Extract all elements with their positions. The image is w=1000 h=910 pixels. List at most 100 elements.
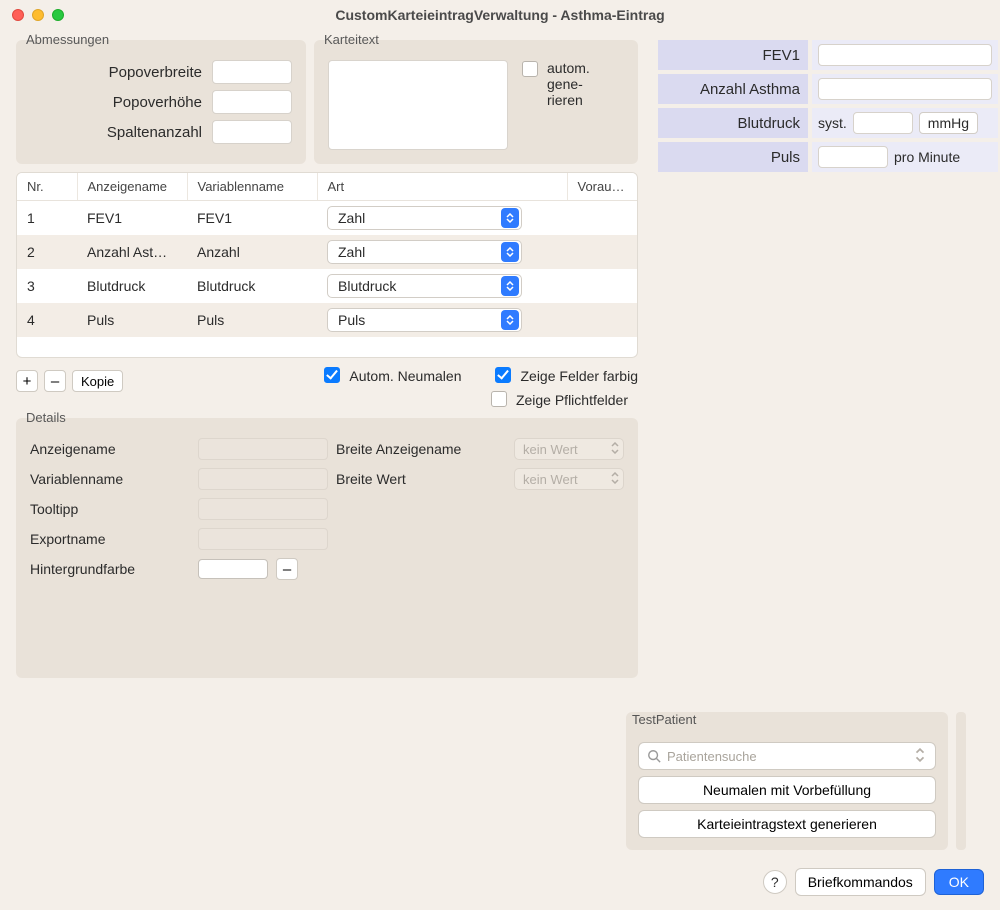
zeige-pflicht-label: Zeige Pflichtfelder — [516, 392, 628, 408]
cell-nr: 2 — [17, 235, 77, 269]
exportname-input[interactable] — [198, 528, 328, 550]
anzeigename-label: Anzeigename — [30, 441, 190, 457]
anzeigename-input[interactable] — [198, 438, 328, 460]
test-patient-legend: TestPatient — [632, 712, 696, 727]
breite-anzeigename-label: Breite Anzeigename — [336, 441, 506, 457]
variablenname-input[interactable] — [198, 468, 328, 490]
autogenerieren-checkbox[interactable] — [522, 61, 538, 77]
autom-neumalen-label: Autom. Neumalen — [349, 368, 461, 384]
popoverhoehe-label: Popoverhöhe — [113, 94, 202, 111]
preview-value: syst. mmHg — [812, 108, 998, 138]
popoverhoehe-input[interactable] — [212, 90, 292, 114]
tooltipp-input[interactable] — [198, 498, 328, 520]
kopie-button[interactable]: Kopie — [72, 370, 123, 392]
preview-input[interactable] — [818, 78, 992, 100]
autogenerieren-control[interactable]: autom.gene-rieren — [518, 60, 590, 108]
briefkommandos-button[interactable]: Briefkommandos — [795, 868, 926, 896]
spaltenanzahl-input[interactable] — [212, 120, 292, 144]
chevron-updown-icon — [501, 242, 519, 262]
art-select[interactable]: Blutdruck — [327, 274, 522, 298]
karteitext-textarea[interactable] — [328, 60, 508, 150]
add-row-button[interactable]: + — [16, 370, 38, 392]
table-header-row: Nr. Anzeigename Variablenname Art Voraus… — [17, 173, 637, 201]
chevron-updown-icon — [611, 442, 619, 457]
search-icon — [647, 749, 661, 763]
cell-anzeigename: FEV1 — [77, 201, 187, 236]
chevron-updown-icon — [611, 472, 619, 487]
remove-row-button[interactable]: – — [44, 370, 66, 392]
preview-input[interactable] — [818, 44, 992, 66]
blutdruck-unit: mmHg — [919, 112, 978, 134]
table-row[interactable]: 2Anzahl Ast…Anzahl Zahl — [17, 235, 637, 269]
hintergrundfarbe-swatch[interactable] — [198, 559, 268, 579]
header-anzeigename[interactable]: Anzeigename — [77, 173, 187, 201]
details-legend: Details — [26, 410, 66, 425]
art-select[interactable]: Zahl — [327, 206, 522, 230]
breite-wert-label: Breite Wert — [336, 471, 506, 487]
generieren-button[interactable]: Karteieintragstext generieren — [638, 810, 936, 838]
zeige-farbig-checkbox[interactable] — [495, 367, 511, 383]
preview-value — [812, 40, 998, 70]
dimensions-legend: Abmessungen — [26, 32, 109, 47]
cell-art: Blutdruck — [317, 269, 567, 303]
test-patient-sidebar — [956, 712, 966, 850]
header-variablenname[interactable]: Variablenname — [187, 173, 317, 201]
patientensuche-field[interactable]: Patientensuche — [638, 742, 936, 770]
cell-variablenname: Anzahl — [187, 235, 317, 269]
puls-input[interactable] — [818, 146, 888, 168]
zeige-pflicht-control[interactable]: Zeige Pflichtfelder — [487, 390, 628, 410]
breite-wert-select: kein Wert — [514, 468, 624, 490]
help-button[interactable]: ? — [763, 870, 787, 894]
preview-value — [812, 74, 998, 104]
preview-row: Anzahl Asthma — [658, 74, 998, 104]
cell-art: Puls — [317, 303, 567, 337]
preview-row: FEV1 — [658, 40, 998, 70]
zeige-pflicht-checkbox[interactable] — [491, 391, 507, 407]
hintergrundfarbe-label: Hintergrundfarbe — [30, 561, 190, 577]
popoverbreite-label: Popoverbreite — [109, 64, 202, 81]
blutdruck-prefix: syst. — [818, 115, 847, 131]
chevron-updown-icon — [501, 276, 519, 296]
neumalen-button[interactable]: Neumalen mit Vorbefüllung — [638, 776, 936, 804]
window-controls — [12, 9, 64, 21]
preview-label: FEV1 — [658, 40, 808, 70]
ok-button[interactable]: OK — [934, 869, 984, 895]
titlebar: CustomKarteieintragVerwaltung - Asthma-E… — [0, 0, 1000, 30]
cell-variablenname: FEV1 — [187, 201, 317, 236]
table-row[interactable]: 1FEV1FEV1Zahl — [17, 201, 637, 236]
cell-anzeigename: Anzahl Ast… — [77, 235, 187, 269]
chevron-updown-icon — [501, 310, 519, 330]
popoverbreite-input[interactable] — [212, 60, 292, 84]
cell-anzeigename: Blutdruck — [77, 269, 187, 303]
breite-anzeigename-select: kein Wert — [514, 438, 624, 460]
hintergrundfarbe-clear-button[interactable]: – — [276, 558, 298, 580]
table-row[interactable]: 4PulsPulsPuls — [17, 303, 637, 337]
cell-nr: 1 — [17, 201, 77, 236]
zeige-farbig-control[interactable]: Zeige Felder farbig — [491, 366, 638, 386]
header-vorausfuellen[interactable]: Voraus… — [567, 173, 637, 201]
karteitext-legend: Karteitext — [324, 32, 379, 47]
autom-neumalen-checkbox[interactable] — [324, 367, 340, 383]
minimize-window-button[interactable] — [32, 9, 44, 21]
art-select[interactable]: Zahl — [327, 240, 522, 264]
autom-neumalen-control[interactable]: Autom. Neumalen — [320, 366, 461, 386]
header-nr[interactable]: Nr. — [17, 173, 77, 201]
zoom-window-button[interactable] — [52, 9, 64, 21]
preview-label: Puls — [658, 142, 808, 172]
table-toolbar: + – Kopie — [16, 366, 123, 396]
variablenname-label: Variablenname — [30, 471, 190, 487]
tooltipp-label: Tooltipp — [30, 501, 190, 517]
art-select[interactable]: Puls — [327, 308, 522, 332]
zeige-farbig-label: Zeige Felder farbig — [520, 368, 638, 384]
blutdruck-syst-input[interactable] — [853, 112, 913, 134]
cell-anzeigename: Puls — [77, 303, 187, 337]
chevron-updown-icon — [913, 748, 927, 765]
table-row[interactable]: 3BlutdruckBlutdruckBlutdruck — [17, 269, 637, 303]
cell-variablenname: Blutdruck — [187, 269, 317, 303]
puls-unit: pro Minute — [894, 149, 960, 165]
header-art[interactable]: Art — [317, 173, 567, 201]
cell-nr: 4 — [17, 303, 77, 337]
cell-vorausfuellen — [567, 269, 637, 303]
fields-table: Nr. Anzeigename Variablenname Art Voraus… — [16, 172, 638, 358]
close-window-button[interactable] — [12, 9, 24, 21]
